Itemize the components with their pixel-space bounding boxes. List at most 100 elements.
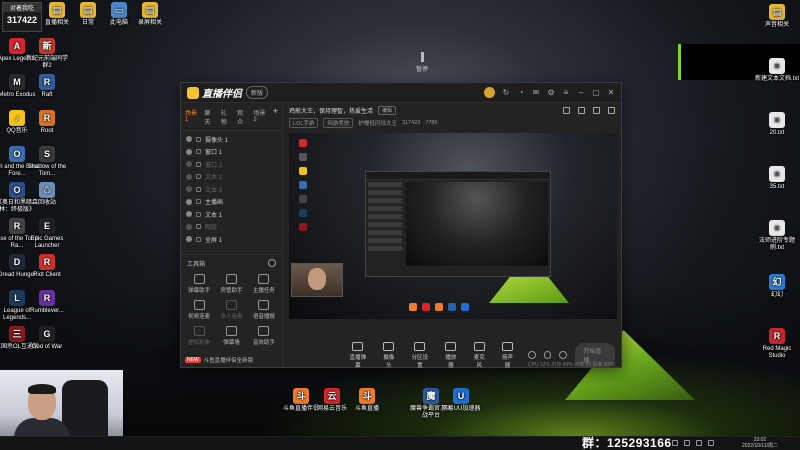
desktop-icon[interactable]: R Raft [24,74,70,99]
tool-button[interactable]: 主播任务 [248,273,280,294]
visibility-icon[interactable] [186,173,192,180]
layers-icon[interactable] [578,106,585,114]
desktop-icon[interactable]: ≡ 20.txt [754,112,800,137]
stream-control-button[interactable]: 分区设置 [409,341,431,369]
camera-toggle-icon[interactable] [527,351,536,359]
visibility-icon[interactable] [186,148,192,155]
desktop-icon[interactable]: ♺ 回收站 [24,182,70,207]
refresh-icon[interactable]: ↻ [502,88,510,97]
desktop-icon[interactable]: E Epic Games Launcher [24,218,70,250]
scene-tab[interactable]: 观众 [237,108,248,126]
visibility-icon[interactable] [186,236,192,243]
sound-toggle-icon[interactable] [543,351,552,359]
scene-tab[interactable]: 场景2 [253,108,267,126]
desktop-icon-label: 回收站 [37,200,56,206]
subcategory-chip[interactable]: 网游竞技 [323,118,354,128]
tool-button[interactable]: 虚拟形象 [183,325,215,346]
stream-preview[interactable] [289,133,617,319]
visibility-icon[interactable] [186,211,192,218]
desktop-icon[interactable]: R Red Magic Studio [754,328,800,360]
copy-icon[interactable] [593,106,600,114]
visibility-icon[interactable] [186,186,192,193]
toolbox-toggle-icon[interactable] [268,258,276,267]
store-icon[interactable] [563,106,570,114]
desktop-icon[interactable]: R Rumblever... [24,290,70,315]
mail-icon[interactable]: ✉ [532,88,540,97]
desktop-icon[interactable]: ≡ 新建文本文档.txt [754,58,800,83]
lock-icon[interactable] [196,224,201,230]
desktop-icon[interactable]: G God of War [24,326,70,351]
visibility-icon[interactable] [186,136,192,143]
user-avatar[interactable] [484,87,495,98]
taskbar-clock[interactable]: 23:02 2022/10/11/周二 [740,437,780,449]
stream-settings-icon[interactable] [559,351,568,359]
tool-button[interactable]: 语音播报 [248,299,280,320]
lock-icon[interactable] [196,149,201,155]
scene-source-row[interactable]: 窗口 2 [181,158,282,171]
desktop-icon[interactable]: ▤ 录屏相关 [127,2,173,27]
minimize-icon[interactable]: – [577,88,585,97]
tray-notification-icon[interactable] [708,440,714,446]
scene-source-row[interactable]: 文本 3 [181,183,282,196]
share-icon[interactable] [608,106,615,114]
lock-icon[interactable] [196,211,201,217]
close-icon[interactable]: ✕ [607,88,615,97]
scene-source-row[interactable]: 图层 [181,221,282,234]
scene-tab[interactable]: 礼物 [221,108,232,126]
settings-icon[interactable]: ⚙ [547,88,555,97]
tool-button[interactable]: 视频连麦 [183,299,215,320]
desktop-icon[interactable]: 新新纪元前端同学群2 [24,38,70,70]
scene-source-row[interactable]: 文本 1 [181,208,282,221]
edit-title-button[interactable]: 编辑 [378,105,397,115]
scene-tab[interactable]: 聊天 [204,108,215,126]
lock-icon[interactable] [196,161,201,167]
stream-control-button[interactable]: 直播弹幕 [347,341,369,369]
version-badge[interactable]: 新版 [246,86,269,99]
stream-control-button[interactable]: 扬声器 [499,341,515,369]
desktop-icon[interactable]: ≡ 法师进阶专题刷.txt [754,220,800,252]
lock-icon[interactable] [196,136,201,142]
visibility-icon[interactable] [186,161,192,168]
category-chip[interactable]: LOL手游 [289,118,319,128]
desktop-icon[interactable]: S Shadow of the Tom... [24,146,70,178]
new-version-banner[interactable]: NEW 斗鱼直播伴侣全新版 [185,356,253,364]
desktop-icon[interactable]: ≡ 35.txt [754,166,800,191]
window-titlebar[interactable]: 直播伴侣 新版 ↻ ◔ ✉ ⚙ ≡ – ▢ ✕ [181,83,621,103]
live-companion-window[interactable]: 直播伴侣 新版 ↻ ◔ ✉ ⚙ ≡ – ▢ ✕ 场景1 聊天 礼物 观众 场景2 + 摄像… [180,82,622,369]
tool-button[interactable]: 弹幕墙 [215,325,247,346]
lock-icon[interactable] [196,199,201,205]
visibility-icon[interactable] [186,198,192,205]
lock-icon[interactable] [196,186,201,192]
lock-icon[interactable] [196,174,201,180]
scene-source-row[interactable]: 主播画 [181,196,282,209]
scene-source-row[interactable]: 文本 2 [181,171,282,184]
scene-source-row[interactable]: 全屏 1 [181,233,282,246]
scene-source-row[interactable]: 窗口 1 [181,146,282,159]
scene-tab[interactable]: 场景1 [185,108,199,126]
headset-icon[interactable]: ◔ [517,88,525,97]
stream-control-button[interactable]: 摄像头 [381,341,397,369]
tool-button[interactable]: 音效助手 [248,325,280,346]
stream-control-button[interactable]: 播放器 [443,341,459,369]
menu-icon[interactable]: ≡ [562,88,570,97]
desktop-icon[interactable]: U 网易UU加速器 [438,388,484,413]
system-tray[interactable] [672,440,714,446]
tray-network-icon[interactable] [672,440,678,446]
desktop-icon[interactable]: 幻幻幻 [754,274,800,299]
add-scene-icon[interactable]: + [273,107,278,126]
desktop-icon[interactable]: 斗斗鱼直播 [344,388,390,413]
scene-source-row[interactable]: 摄像头 1 [181,133,282,146]
visibility-icon[interactable] [186,223,192,230]
lock-icon[interactable] [196,236,201,242]
tray-ime-icon[interactable] [696,440,702,446]
tool-button[interactable]: 多人连麦 [215,299,247,320]
tool-button[interactable]: 房管助手 [215,273,247,294]
tool-button[interactable]: 弹幕助手 [183,273,215,294]
desktop-icon[interactable]: R Riot Client [24,254,70,279]
desktop-icon[interactable]: ▤ 声音相关 [754,4,800,29]
app-icon: ▤ [142,2,158,18]
stream-control-button[interactable]: 麦克风 [471,341,487,369]
maximize-icon[interactable]: ▢ [592,88,600,97]
tray-volume-icon[interactable] [684,440,690,446]
desktop-icon[interactable]: R Root [24,110,70,135]
